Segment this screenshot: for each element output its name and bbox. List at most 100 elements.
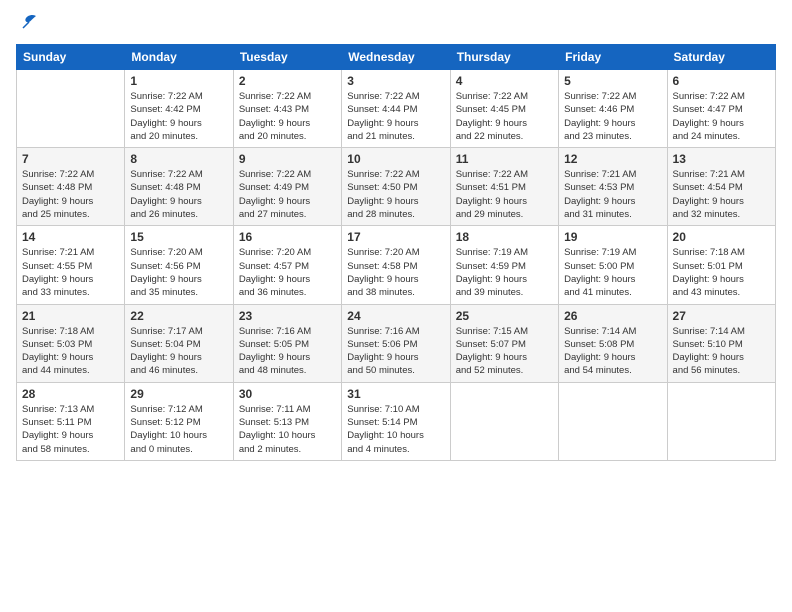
calendar-cell: 25 Sunrise: 7:15 AMSunset: 5:07 PMDayligh… [450,304,558,382]
day-number: 14 [22,230,119,244]
day-info: Sunrise: 7:16 AMSunset: 5:05 PMDaylight:… [239,325,336,378]
day-info: Sunrise: 7:16 AMSunset: 5:06 PMDaylight:… [347,325,444,378]
day-info: Sunrise: 7:15 AMSunset: 5:07 PMDaylight:… [456,325,553,378]
calendar-cell: 12 Sunrise: 7:21 AMSunset: 4:53 PMDayligh… [559,148,667,226]
day-info: Sunrise: 7:18 AMSunset: 5:01 PMDaylight:… [673,246,770,299]
day-info: Sunrise: 7:20 AMSunset: 4:56 PMDaylight:… [130,246,227,299]
day-info: Sunrise: 7:22 AMSunset: 4:51 PMDaylight:… [456,168,553,221]
day-info: Sunrise: 7:17 AMSunset: 5:04 PMDaylight:… [130,325,227,378]
day-number: 21 [22,309,119,323]
day-number: 17 [347,230,444,244]
day-info: Sunrise: 7:14 AMSunset: 5:10 PMDaylight:… [673,325,770,378]
calendar-cell: 10Sunrise: 7:22 AMSunset: 4:50 PMDayligh… [342,148,450,226]
day-number: 19 [564,230,661,244]
day-number: 31 [347,387,444,401]
calendar-cell: 17 Sunrise: 7:20 AMSunset: 4:58 PMDayligh… [342,226,450,304]
day-info: Sunrise: 7:22 AMSunset: 4:42 PMDaylight:… [130,90,227,143]
calendar-week-row: 1Sunrise: 7:22 AMSunset: 4:42 PMDaylight… [17,70,776,148]
day-number: 3 [347,74,444,88]
day-number: 30 [239,387,336,401]
day-info: Sunrise: 7:22 AMSunset: 4:47 PMDaylight:… [673,90,770,143]
day-info: Sunrise: 7:21 AMSunset: 4:54 PMDaylight:… [673,168,770,221]
calendar-cell: 23 Sunrise: 7:16 AMSunset: 5:05 PMDayligh… [233,304,341,382]
calendar-cell: 3 Sunrise: 7:22 AMSunset: 4:44 PMDaylight… [342,70,450,148]
calendar-cell [450,382,558,460]
day-info: Sunrise: 7:21 AMSunset: 4:53 PMDaylight:… [564,168,661,221]
calendar-cell: 27 Sunrise: 7:14 AMSunset: 5:10 PMDayligh… [667,304,775,382]
calendar-cell: 28 Sunrise: 7:13 AMSunset: 5:11 PMDayligh… [17,382,125,460]
day-number: 8 [130,152,227,166]
calendar-cell: 9 Sunrise: 7:22 AMSunset: 4:49 PMDaylight… [233,148,341,226]
day-number: 28 [22,387,119,401]
calendar-cell: 8 Sunrise: 7:22 AMSunset: 4:48 PMDaylight… [125,148,233,226]
calendar-cell: 15 Sunrise: 7:20 AMSunset: 4:56 PMDayligh… [125,226,233,304]
day-number: 4 [456,74,553,88]
calendar-week-row: 28 Sunrise: 7:13 AMSunset: 5:11 PMDayligh… [17,382,776,460]
day-info: Sunrise: 7:20 AMSunset: 4:57 PMDaylight:… [239,246,336,299]
day-info: Sunrise: 7:13 AMSunset: 5:11 PMDaylight:… [22,403,119,456]
calendar-cell [559,382,667,460]
day-header-friday: Friday [559,45,667,70]
day-info: Sunrise: 7:22 AMSunset: 4:44 PMDaylight:… [347,90,444,143]
day-info: Sunrise: 7:22 AMSunset: 4:50 PMDaylight:… [347,168,444,221]
day-header-tuesday: Tuesday [233,45,341,70]
day-info: Sunrise: 7:22 AMSunset: 4:46 PMDaylight:… [564,90,661,143]
calendar-cell: 4 Sunrise: 7:22 AMSunset: 4:45 PMDaylight… [450,70,558,148]
day-number: 25 [456,309,553,323]
day-header-sunday: Sunday [17,45,125,70]
calendar-cell: 20 Sunrise: 7:18 AMSunset: 5:01 PMDayligh… [667,226,775,304]
day-number: 9 [239,152,336,166]
day-info: Sunrise: 7:22 AMSunset: 4:43 PMDaylight:… [239,90,336,143]
day-info: Sunrise: 7:19 AMSunset: 4:59 PMDaylight:… [456,246,553,299]
day-number: 22 [130,309,227,323]
day-info: Sunrise: 7:12 AMSunset: 5:12 PMDaylight:… [130,403,227,456]
day-header-thursday: Thursday [450,45,558,70]
day-number: 5 [564,74,661,88]
calendar-cell: 11 Sunrise: 7:22 AMSunset: 4:51 PMDayligh… [450,148,558,226]
calendar-cell: 14Sunrise: 7:21 AMSunset: 4:55 PMDayligh… [17,226,125,304]
day-number: 6 [673,74,770,88]
day-info: Sunrise: 7:10 AMSunset: 5:14 PMDaylight:… [347,403,444,456]
day-header-saturday: Saturday [667,45,775,70]
day-number: 2 [239,74,336,88]
calendar-week-row: 21 Sunrise: 7:18 AMSunset: 5:03 PMDayligh… [17,304,776,382]
day-info: Sunrise: 7:20 AMSunset: 4:58 PMDaylight:… [347,246,444,299]
calendar-cell: 1Sunrise: 7:22 AMSunset: 4:42 PMDaylight… [125,70,233,148]
calendar-header-row: SundayMondayTuesdayWednesdayThursdayFrid… [17,45,776,70]
day-number: 15 [130,230,227,244]
calendar-cell: 18 Sunrise: 7:19 AMSunset: 4:59 PMDayligh… [450,226,558,304]
page-container: SundayMondayTuesdayWednesdayThursdayFrid… [0,0,792,471]
calendar-table: SundayMondayTuesdayWednesdayThursdayFrid… [16,44,776,461]
day-number: 7 [22,152,119,166]
calendar-cell: 19 Sunrise: 7:19 AMSunset: 5:00 PMDayligh… [559,226,667,304]
calendar-cell: 29Sunrise: 7:12 AMSunset: 5:12 PMDayligh… [125,382,233,460]
day-number: 20 [673,230,770,244]
calendar-cell [667,382,775,460]
calendar-cell: 2 Sunrise: 7:22 AMSunset: 4:43 PMDaylight… [233,70,341,148]
calendar-cell: 22 Sunrise: 7:17 AMSunset: 5:04 PMDayligh… [125,304,233,382]
day-number: 11 [456,152,553,166]
calendar-cell [17,70,125,148]
logo [16,16,40,32]
day-number: 12 [564,152,661,166]
calendar-week-row: 7 Sunrise: 7:22 AMSunset: 4:48 PMDaylight… [17,148,776,226]
calendar-cell: 6 Sunrise: 7:22 AMSunset: 4:47 PMDaylight… [667,70,775,148]
day-number: 13 [673,152,770,166]
calendar-cell: 16Sunrise: 7:20 AMSunset: 4:57 PMDayligh… [233,226,341,304]
day-info: Sunrise: 7:22 AMSunset: 4:49 PMDaylight:… [239,168,336,221]
day-info: Sunrise: 7:19 AMSunset: 5:00 PMDaylight:… [564,246,661,299]
day-info: Sunrise: 7:22 AMSunset: 4:48 PMDaylight:… [22,168,119,221]
day-header-wednesday: Wednesday [342,45,450,70]
logo-bird-icon [18,12,40,34]
day-number: 26 [564,309,661,323]
day-info: Sunrise: 7:22 AMSunset: 4:45 PMDaylight:… [456,90,553,143]
calendar-cell: 13 Sunrise: 7:21 AMSunset: 4:54 PMDayligh… [667,148,775,226]
day-info: Sunrise: 7:22 AMSunset: 4:48 PMDaylight:… [130,168,227,221]
day-number: 23 [239,309,336,323]
calendar-cell: 30Sunrise: 7:11 AMSunset: 5:13 PMDayligh… [233,382,341,460]
day-info: Sunrise: 7:18 AMSunset: 5:03 PMDaylight:… [22,325,119,378]
day-number: 27 [673,309,770,323]
calendar-cell: 5 Sunrise: 7:22 AMSunset: 4:46 PMDaylight… [559,70,667,148]
day-number: 18 [456,230,553,244]
calendar-cell: 7 Sunrise: 7:22 AMSunset: 4:48 PMDaylight… [17,148,125,226]
